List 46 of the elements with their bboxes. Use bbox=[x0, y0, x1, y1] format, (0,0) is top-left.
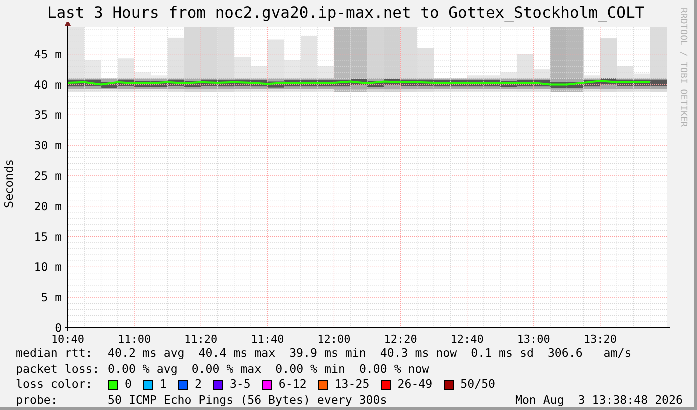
chart-title: Last 3 Hours from noc2.gva20.ip-max.net to Gottex_Stockholm_COLT bbox=[47, 4, 645, 22]
loss-stat: 0.00 % min bbox=[276, 362, 346, 377]
legend-label: 6-12 bbox=[278, 377, 307, 392]
y-tick-label: 35 m bbox=[34, 108, 62, 122]
x-tick-label: 12:20 bbox=[384, 333, 418, 346]
y-tick-label: 20 m bbox=[34, 199, 62, 214]
credit-text: RRDTOOL / TOBI OETIKER bbox=[677, 8, 689, 128]
x-tick-label: 12:40 bbox=[450, 333, 484, 346]
y-tick-label: 15 m bbox=[34, 230, 62, 244]
legend-label: median rtt: bbox=[16, 346, 94, 362]
x-tick-label: 10:40 bbox=[51, 333, 85, 346]
rtt-stat: 40.2 ms avg bbox=[108, 346, 185, 362]
rtt-stat: 306.6 am/s bbox=[548, 346, 632, 362]
legend-label: loss color: bbox=[16, 377, 94, 392]
loss-stat: 0.00 % avg bbox=[108, 362, 178, 377]
y-tick-label: 10 m bbox=[34, 260, 62, 274]
x-tick-label: 11:20 bbox=[184, 333, 218, 346]
loss-stat: 0.00 % max bbox=[192, 362, 262, 377]
y-axis-title: Seconds bbox=[1, 160, 18, 208]
rtt-stat: 0.1 ms sd bbox=[471, 346, 534, 362]
y-tick-label: 45 m bbox=[34, 47, 62, 62]
legend-label: 3-5 bbox=[230, 377, 251, 392]
x-tick-label: 11:00 bbox=[118, 333, 152, 346]
legend-label: packet loss: bbox=[16, 362, 101, 377]
legend-label: 26-49 bbox=[398, 377, 433, 392]
x-tick-label: 13:00 bbox=[517, 333, 550, 346]
loss-stat: 0.00 % now bbox=[359, 362, 430, 377]
legend-label: 0 bbox=[125, 377, 132, 392]
y-tick-label: 25 m bbox=[34, 168, 62, 183]
legend-label: 1 bbox=[160, 377, 167, 392]
y-tick-label: 5 m bbox=[41, 290, 62, 305]
rtt-stat: 40.4 ms max bbox=[198, 346, 276, 362]
y-tick-label: 30 m bbox=[34, 138, 62, 153]
x-tick-label: 11:40 bbox=[251, 333, 284, 346]
y-tick-label: 0 bbox=[55, 321, 62, 335]
rtt-stat: 39.9 ms min bbox=[290, 346, 366, 362]
rtt-stat: 40.3 ms now bbox=[380, 346, 458, 362]
probe-description: 50 ICMP Echo Pings (56 Bytes) every 300s bbox=[108, 392, 388, 407]
x-tick-label: 13:20 bbox=[584, 333, 617, 346]
legend-label: probe: bbox=[16, 392, 59, 407]
y-tick-label: 40 m bbox=[34, 78, 62, 92]
timestamp: Mon Aug 3 13:38:48 2026 bbox=[515, 392, 683, 407]
x-tick-label: 12:00 bbox=[318, 333, 351, 346]
legend-label: 2 bbox=[194, 377, 202, 392]
legend-label: 13-25 bbox=[334, 377, 370, 392]
legend-label: 50/50 bbox=[460, 377, 496, 392]
